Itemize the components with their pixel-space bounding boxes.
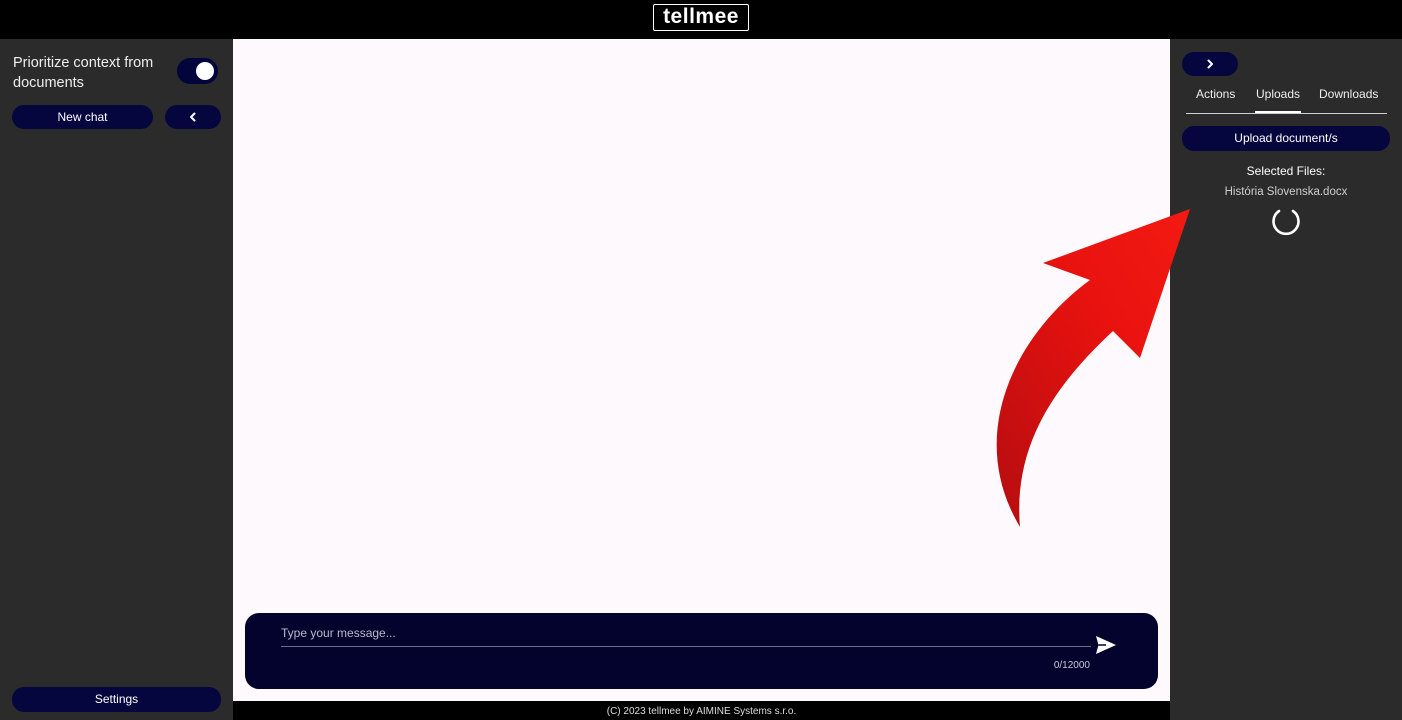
tab-uploads[interactable]: Uploads [1254,87,1302,113]
settings-button[interactable]: Settings [12,687,221,712]
tab-actions[interactable]: Actions [1196,87,1235,101]
chevron-right-icon [1207,59,1213,68]
left-sidebar: Prioritize context from documents New ch… [0,39,233,720]
chevron-left-icon [190,112,196,121]
footer-copyright: (C) 2023 tellmee by AIMINE Systems s.r.o… [233,701,1170,720]
prioritize-context-label: Prioritize context from documents [13,55,154,91]
collapse-right-sidebar-button[interactable] [1182,52,1238,76]
upload-documents-button[interactable]: Upload document/s [1182,126,1390,151]
top-bar: tellmee [0,0,1402,39]
prioritize-context-toggle[interactable] [177,58,218,84]
sidebar-tabs: Actions Uploads Downloads [1186,86,1387,114]
curved-arrow-icon [996,209,1190,527]
tab-downloads[interactable]: Downloads [1319,87,1378,101]
character-counter: 0/12000 [1053,660,1090,671]
app-logo[interactable]: tellmee [653,4,749,31]
collapse-left-sidebar-button[interactable] [165,105,221,129]
message-composer: 0/12000 [245,613,1158,689]
send-icon[interactable] [1095,635,1117,655]
new-chat-button[interactable]: New chat [12,105,153,129]
message-input[interactable] [281,625,1091,647]
selected-files-label: Selected Files: [1246,164,1326,178]
spinner-icon [1272,209,1300,236]
selected-file-item: História Slovenska.docx [1224,186,1348,198]
toggle-knob [196,62,214,80]
right-sidebar: Actions Uploads Downloads Upload documen… [1170,39,1402,720]
